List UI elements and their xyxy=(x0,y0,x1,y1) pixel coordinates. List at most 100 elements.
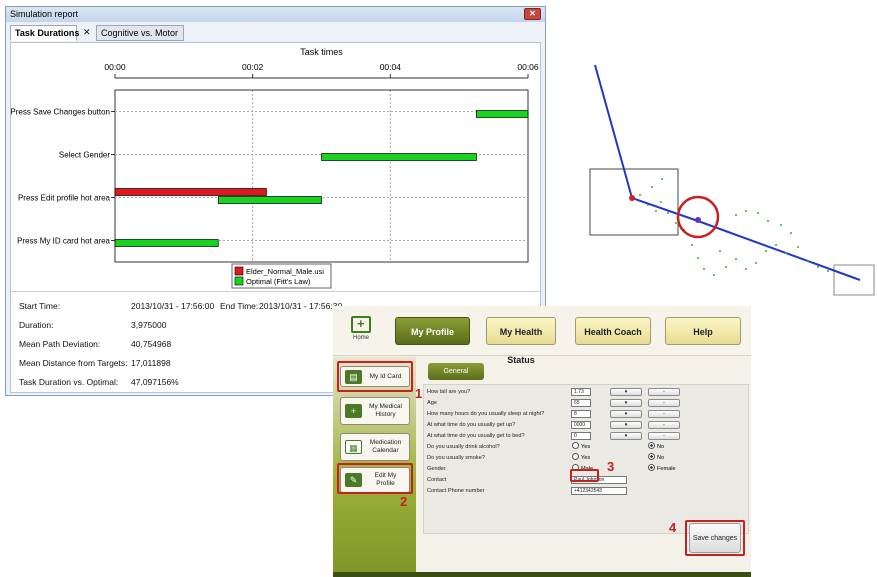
age-extra-select[interactable]: - xyxy=(648,399,680,407)
sleep-field[interactable]: 8 xyxy=(571,410,591,418)
x-tick-label: 00:02 xyxy=(242,62,264,72)
x-tick-label: 00:06 xyxy=(517,62,539,72)
getup-field[interactable]: 0000 xyxy=(571,421,591,429)
x-tick-label: 00:04 xyxy=(380,62,402,72)
home-button[interactable]: Home xyxy=(347,316,375,350)
height-unit-select[interactable]: - xyxy=(648,388,680,396)
start-time-value: 2013/10/31 - 17:56:00 xyxy=(131,301,215,311)
end-time-value: 2013/10/31 - 17:56:30 xyxy=(259,301,343,311)
phone-field[interactable]: +412342543 xyxy=(571,487,627,495)
height-question: How tall are you? xyxy=(427,389,471,395)
bottom-bar xyxy=(333,572,751,577)
end-time-label: End Time: xyxy=(220,301,259,311)
bed-question: At what time do you usually get to bed? xyxy=(427,433,525,439)
divider xyxy=(11,291,542,292)
home-label: Home xyxy=(352,335,369,341)
sidebar-item-label: My Medical History xyxy=(369,403,402,418)
profile-form: How tall are you? 1.73 ▾ - Age 65 ▾ - Ho… xyxy=(423,384,749,534)
getup-extra-select[interactable]: - xyxy=(648,421,680,429)
alcohol-no-radio[interactable]: No xyxy=(648,442,664,452)
plot-area xyxy=(114,89,529,263)
duration-label: Duration: xyxy=(19,320,54,330)
radio-selected-icon xyxy=(648,464,655,472)
tab-general[interactable]: General xyxy=(428,363,484,380)
nav-my-profile[interactable]: My Profile xyxy=(395,317,470,345)
task-times-chart: Task times 00:00 00:02 00:04 00:06 Press Save… xyxy=(11,47,539,289)
bar-optimal xyxy=(476,110,529,118)
phone-question: Contact Phone number xyxy=(427,488,485,494)
age-stepper[interactable]: ▾ xyxy=(610,399,642,407)
trajectory-points xyxy=(639,178,829,276)
mean-distance-label: Mean Distance from Targets: xyxy=(19,358,128,368)
tab-close-icon[interactable]: ✕ xyxy=(81,25,93,41)
task-vs-optimal-label: Task Duration vs. Optimal: xyxy=(19,377,119,387)
getup-stepper[interactable]: ▾ xyxy=(610,421,642,429)
age-question: Age xyxy=(427,400,437,406)
smoke-yes-radio[interactable]: Yes xyxy=(572,453,590,463)
target-marker xyxy=(695,217,701,223)
radio-selected-icon xyxy=(648,453,655,461)
trajectory-path xyxy=(594,64,861,281)
legend-swatch xyxy=(234,266,244,276)
sleep-extra-select[interactable]: - xyxy=(648,410,680,418)
y-tick-label: Select Gender xyxy=(59,151,110,160)
radio-icon xyxy=(572,442,579,450)
bar-optimal xyxy=(114,239,219,247)
nav-my-health-status[interactable]: My Health Status xyxy=(486,317,556,365)
radio-label: No xyxy=(657,455,665,461)
calendar-icon: ▦ xyxy=(345,440,362,454)
radio-icon xyxy=(572,453,579,461)
highlight-step-1 xyxy=(337,361,413,392)
sleep-stepper[interactable]: ▾ xyxy=(610,410,642,418)
alcohol-question: Do you usually drink alcohol? xyxy=(427,444,500,450)
chart-title: Task times xyxy=(300,47,343,57)
alcohol-yes-radio[interactable]: Yes xyxy=(572,442,591,452)
gender-female-radio[interactable]: Female xyxy=(648,464,676,474)
sidebar-item-medical-history[interactable]: + My Medical History xyxy=(340,397,410,425)
tab-cognitive-vs-motor[interactable]: Cognitive vs. Motor xyxy=(96,25,184,41)
trajectory-start-marker xyxy=(629,195,635,201)
window-title: Simulation report xyxy=(10,9,79,19)
top-navigation: Home My Profile My Health Status Health … xyxy=(333,306,751,365)
target-box-edit-profile xyxy=(589,168,679,236)
bed-extra-select[interactable]: - xyxy=(648,432,680,440)
bar-optimal xyxy=(321,153,477,161)
highlight-step-4 xyxy=(685,520,745,556)
step-number-4: 4 xyxy=(669,520,677,535)
step-number-2: 2 xyxy=(400,494,408,509)
medical-kit-icon: + xyxy=(345,404,362,418)
window-close-button[interactable]: ✕ xyxy=(524,8,541,20)
path-deviation-value: 40,754968 xyxy=(131,339,172,349)
bed-stepper[interactable]: ▾ xyxy=(610,432,642,440)
bed-field[interactable]: 0 xyxy=(571,432,591,440)
height-field[interactable]: 1.73 xyxy=(571,388,591,396)
mouse-trajectory-plot xyxy=(589,64,875,296)
x-tick-label: 00:00 xyxy=(104,62,126,72)
contact-question: Contact xyxy=(427,477,447,483)
legend-label: Elder_Normal_Male.usi xyxy=(246,267,324,276)
sidebar-item-medication-calendar[interactable]: ▦ Medication Calendar xyxy=(340,433,410,461)
age-field[interactable]: 65 xyxy=(571,399,591,407)
legend-label: Optimal (Fitt's Law) xyxy=(246,277,311,286)
nav-help[interactable]: Help xyxy=(665,317,741,345)
start-time-label: Start Time: xyxy=(19,301,61,311)
bar-optimal xyxy=(217,196,322,204)
smoke-no-radio[interactable]: No xyxy=(648,453,665,463)
smoke-question: Do you usually smoke? xyxy=(427,455,485,461)
home-icon xyxy=(351,316,371,333)
mean-distance-value: 17,011898 xyxy=(131,358,171,368)
highlight-step-3 xyxy=(570,469,599,482)
radio-label: Yes xyxy=(581,444,591,450)
getup-question: At what time do you usually get up? xyxy=(427,422,516,428)
sidebar-item-label: Medication Calendar xyxy=(369,439,402,454)
highlight-step-2 xyxy=(337,463,413,494)
sleep-question: How many hours do you usually sleep at n… xyxy=(427,411,545,417)
nav-health-coach[interactable]: Health Coach xyxy=(575,317,651,345)
path-deviation-label: Mean Path Deviation: xyxy=(19,339,101,349)
y-tick-label: Press Edit profile hot area xyxy=(18,194,111,203)
step-number-3: 3 xyxy=(607,459,615,474)
height-stepper[interactable]: ▾ xyxy=(610,388,642,396)
bar-elder xyxy=(114,188,267,196)
tab-task-durations[interactable]: Task Durations xyxy=(10,25,79,41)
y-tick-label: Press My ID card hot area xyxy=(17,237,110,246)
